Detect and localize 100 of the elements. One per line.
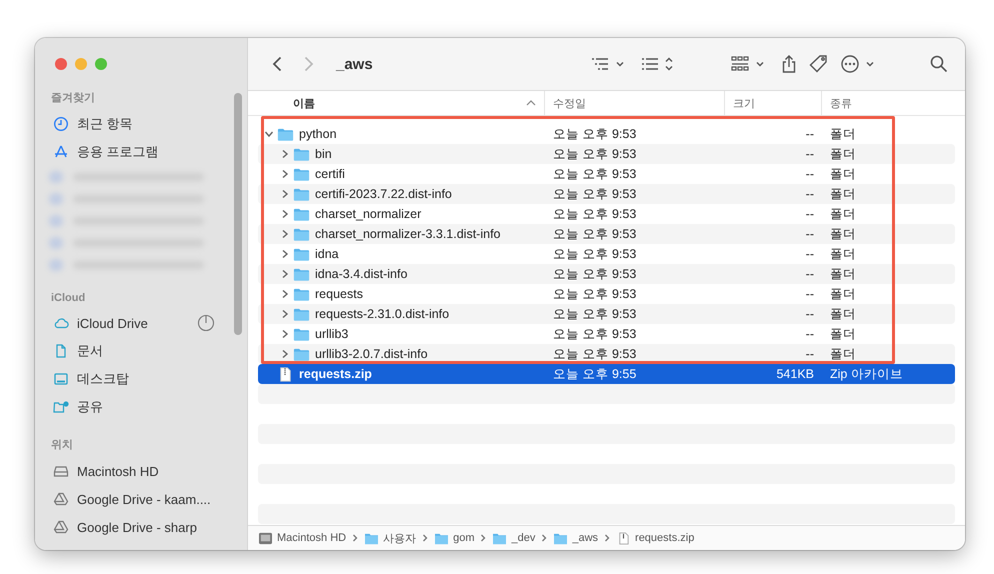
file-kind: 폴더	[829, 206, 857, 222]
file-row[interactable]: charset_normalizer-3.3.1.dist-info 오늘 오후 9:53 -- 폴더	[258, 224, 955, 244]
file-kind: 폴더	[829, 326, 857, 342]
file-row[interactable]: python 오늘 오후 9:53 -- 폴더	[258, 124, 955, 144]
file-kind: 폴더	[829, 306, 857, 322]
modified-date: 오늘 오후 9:53	[552, 146, 638, 162]
disclosure-icon[interactable]	[280, 229, 290, 239]
file-name: requests	[315, 287, 363, 301]
tag-icon[interactable]	[809, 54, 829, 74]
sidebar-item[interactable]: iCloud Drive	[35, 309, 247, 337]
path-item[interactable]: Macintosh HD	[258, 532, 346, 544]
file-row[interactable]: bin 오늘 오후 9:53 -- 폴더	[258, 144, 955, 164]
file-row[interactable]: requests 오늘 오후 9:53 -- 폴더	[258, 284, 955, 304]
file-kind: 폴더	[829, 166, 857, 182]
folder-icon	[553, 532, 568, 544]
modified-date: 오늘 오후 9:53	[552, 346, 638, 362]
sidebar-item[interactable]: 데스크탑	[35, 365, 247, 393]
modified-date: 오늘 오후 9:53	[552, 166, 638, 182]
file-name: charset_normalizer	[315, 207, 422, 221]
modified-date: 오늘 오후 9:53	[552, 326, 638, 342]
sidebar-item[interactable]: Macintosh HD	[35, 457, 247, 485]
modified-date: 오늘 오후 9:53	[552, 126, 638, 142]
file-size: --	[804, 307, 815, 321]
column-header[interactable]: 이름	[248, 91, 545, 115]
scrollbar[interactable]	[234, 93, 242, 335]
file-row[interactable]: requests-2.31.0.dist-info 오늘 오후 9:53 -- 폴더	[258, 304, 955, 324]
file-name: idna-3.4.dist-info	[315, 267, 408, 281]
file-row[interactable]: charset_normalizer 오늘 오후 9:53 -- 폴더	[258, 204, 955, 224]
close-button[interactable]	[55, 58, 67, 70]
file-size: --	[804, 347, 815, 361]
sidebar-item[interactable]: 문서	[35, 337, 247, 365]
disclosure-icon[interactable]	[280, 149, 290, 159]
sidebar-heading: 위치	[50, 438, 74, 453]
sidebar-item[interactable]: Google Drive - sharp	[35, 513, 247, 541]
folder-icon	[434, 532, 450, 544]
file-name: certifi	[315, 167, 345, 181]
file-size: --	[804, 207, 815, 221]
file-size: --	[804, 187, 815, 201]
column-header[interactable]: 크기	[725, 91, 822, 115]
sidebar-item[interactable]: 최근 항목	[35, 110, 247, 138]
file-name: requests-2.31.0.dist-info	[315, 307, 450, 321]
search-icon[interactable]	[929, 54, 949, 74]
modified-date: 오늘 오후 9:53	[552, 286, 638, 302]
file-row[interactable]: idna 오늘 오후 9:53 -- 폴더	[258, 244, 955, 264]
file-row[interactable]: requests.zip 오늘 오후 9:55 541KB Zip 아카이브	[258, 364, 955, 384]
gdrive-icon	[53, 491, 69, 507]
file-name: bin	[315, 147, 332, 161]
file-row[interactable]: certifi 오늘 오후 9:53 -- 폴더	[258, 164, 955, 184]
modified-date: 오늘 오후 9:53	[552, 246, 638, 262]
disclosure-icon[interactable]	[280, 349, 290, 359]
file-name: certifi-2023.7.22.dist-info	[315, 187, 452, 201]
modified-date: 오늘 오후 9:53	[552, 186, 638, 202]
sort-ascending-icon	[526, 100, 536, 106]
file-row[interactable]: urllib3 오늘 오후 9:53 -- 폴더	[258, 324, 955, 344]
window-title: _aws	[336, 56, 373, 72]
sidebar-item[interactable]: 공유	[35, 393, 247, 421]
file-size: 541KB	[775, 367, 815, 381]
sidebar-item[interactable]: Google Drive - kaam....	[35, 485, 247, 513]
folder-icon	[492, 532, 508, 544]
path-item[interactable]: _aws	[553, 532, 598, 544]
disclosure-icon[interactable]	[280, 289, 290, 299]
file-name: requests.zip	[299, 367, 372, 381]
modified-date: 오늘 오후 9:55	[552, 366, 638, 382]
clock-icon	[53, 116, 69, 132]
modified-date: 오늘 오후 9:53	[552, 266, 638, 282]
file-size: --	[804, 227, 815, 241]
column-header[interactable]: 수정일	[545, 91, 725, 115]
disclosure-icon[interactable]	[280, 329, 290, 339]
file-row[interactable]: idna-3.4.dist-info 오늘 오후 9:53 -- 폴더	[258, 264, 955, 284]
file-kind: Zip 아카이브	[829, 366, 904, 382]
sidebar-item[interactable]: 응용 프로그램	[35, 138, 247, 166]
path-item[interactable]: 사용자	[364, 530, 416, 546]
path-item[interactable]: requests.zip	[616, 532, 694, 544]
file-size: --	[804, 147, 815, 161]
path-item[interactable]: gom	[434, 532, 474, 544]
disclosure-icon[interactable]	[280, 169, 290, 179]
file-size: --	[804, 167, 815, 181]
disclosure-icon[interactable]	[280, 209, 290, 219]
disclosure-icon[interactable]	[280, 189, 290, 199]
chevron-icon	[604, 533, 610, 543]
chevron-icon	[352, 533, 358, 543]
file-row[interactable]: certifi-2023.7.22.dist-info 오늘 오후 9:53 -- 폴더	[258, 184, 955, 204]
file-name: urllib3-2.0.7.dist-info	[315, 347, 428, 361]
column-header[interactable]: 종류	[822, 91, 942, 115]
file-kind: 폴더	[829, 186, 857, 202]
file-name: idna	[315, 247, 339, 261]
disclosure-icon[interactable]	[280, 249, 290, 259]
file-name: charset_normalizer-3.3.1.dist-info	[315, 227, 500, 241]
file-kind: 폴더	[829, 126, 857, 142]
chevron-icon	[422, 533, 428, 543]
disclosure-icon[interactable]	[264, 129, 274, 139]
path-item[interactable]: _dev	[492, 532, 536, 544]
modified-date: 오늘 오후 9:53	[552, 206, 638, 222]
sidebar-heading: iCloud	[50, 291, 86, 306]
disclosure-icon[interactable]	[280, 269, 290, 279]
disclosure-icon[interactable]	[280, 309, 290, 319]
file-kind: 폴더	[829, 266, 857, 282]
desktop-icon	[53, 371, 69, 387]
file-name: python	[299, 127, 337, 141]
file-size: --	[804, 287, 815, 301]
